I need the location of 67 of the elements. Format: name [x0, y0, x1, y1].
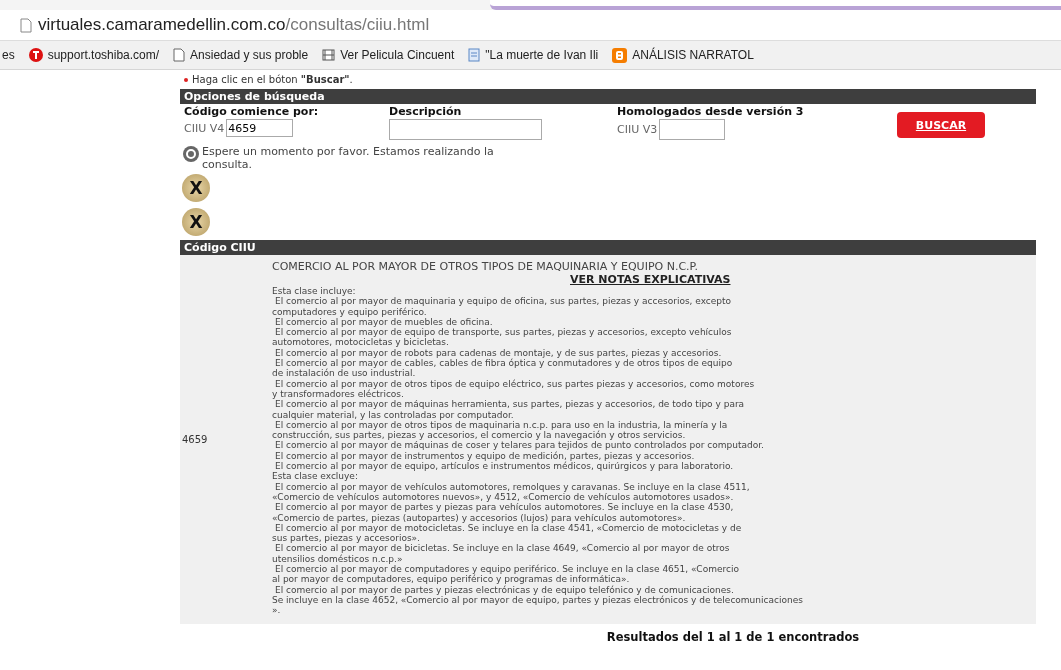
note-line: y transformadores eléctricos.: [272, 388, 405, 400]
field-prefix: CIIU V3: [617, 123, 658, 136]
note-line: «Comercio de vehículos automotores nuevos», y 4512, «Comercio de vehículos automotores usados».: [272, 491, 735, 503]
note-line: Se incluye en la clase 4652, «Comercio al por mayor de equipo, partes y piezas electrónicos y de telecomunicaciones: [272, 594, 804, 606]
bookmark[interactable]: support.toshiba.com/: [28, 48, 160, 62]
note-line: computadores y equipo periférico.: [272, 306, 427, 317]
note-line: El comercio al por mayor de maquinaria y equipo de oficina, sus partes, piezas y accesorios, excepto: [274, 296, 733, 307]
note-line: El comercio al por mayor de otros tipos de maquinaria n.c.p. para uso en la industria, la minería y la: [275, 419, 729, 430]
loading-icon: [182, 145, 200, 163]
note-line: al por mayor de computadores, equipo periférico y programas de informática».: [272, 574, 630, 585]
note-line: El comercio al por mayor de motocicletas. Se incluye en la clase 4541, «Comercio de motocicletas y de: [274, 522, 743, 534]
note-line: ».: [272, 605, 282, 616]
description-input[interactable]: [389, 119, 542, 140]
note-line: El comercio al por mayor de cables, cables de fibra óptica y conmutadores y de otros tipos de equipo: [274, 358, 734, 369]
note-line: El comercio al por mayor de equipo, artículos e instrumentos médicos, quirúrgicos y para laboratorio.: [274, 461, 735, 472]
table-header: Código CIIU: [180, 240, 1036, 255]
bookmark[interactable]: ANÁLISIS NARRATOL: [612, 47, 754, 63]
field-label: Código comience por:: [184, 105, 320, 118]
note-line: sus partes, piezas y accesorios».: [272, 533, 421, 544]
note-line: El comercio al por mayor de partes y piezas electrónicas y de equipo telefónico y de comunicaciones.: [274, 584, 735, 595]
code-text: 4659: [182, 433, 208, 445]
note-line: utensilios domésticos n.c.p.»: [272, 553, 404, 564]
note-heading: Esta clase excluye:: [272, 471, 359, 482]
note-line: construcción, sus partes, piezas y accesorios, el comercio y la navegación y otros servicios.: [272, 430, 686, 441]
note-line: El comercio al por mayor de bicicletas. Se incluye en la clase 4649, «Comercio al por mayor de otros: [274, 543, 731, 554]
note-line: cualquier material, y las controladas por computador.: [272, 409, 515, 420]
note-line: automotores, motocicletas y bicicletas.: [272, 337, 450, 348]
code-input[interactable]: 4659: [226, 119, 294, 137]
bullet-icon: [184, 77, 188, 82]
url-text[interactable]: virtuales.camaramedellin.com.co/consultas/ciiu.html: [38, 15, 430, 35]
bookmark[interactable]: es: [2, 48, 15, 62]
note-line: El comercio al por mayor de computadores y equipo periférico. Se incluye en la clase 4651, «Comercio: [274, 564, 740, 575]
browser-tab[interactable]: [490, 0, 1061, 10]
note-line: El comercio al por mayor de instrumentos y equipo de medición, partes, piezas y accesorios.: [274, 450, 696, 461]
document-icon: [468, 48, 481, 62]
t-logo-icon: [28, 48, 43, 62]
bookmark[interactable]: Ansiedad y sus proble: [173, 48, 309, 62]
film-icon: [322, 49, 336, 61]
section-header: Opciones de búsqueda: [180, 89, 1036, 104]
note-line: de instalación de uso industrial.: [272, 368, 417, 379]
note-line: El comercio al por mayor de equipo de transporte, sus partes, piezas y accesorios, excepto vehículos: [275, 327, 733, 338]
field-prefix: CIIU V4: [184, 121, 225, 135]
bookmark[interactable]: Ver Pelicula Cincuent: [322, 48, 455, 62]
page-icon: [20, 17, 32, 33]
note-line: El comercio al por mayor de vehículos automotores, remolques y caravanas. Se incluye en la clase 4511,: [274, 481, 751, 492]
page-icon: [173, 48, 186, 62]
close-button[interactable]: X: [182, 174, 210, 202]
note-line: El comercio al por mayor de máquinas herramienta, sus partes, piezas y accesorios, de todo tipo y para: [274, 399, 746, 410]
note-line: El comercio al por mayor de máquinas de coser y telares para tejidos de punto controlados por computador.: [274, 440, 765, 451]
instruction-text: Haga clic en el bóton "Buscar".: [192, 74, 353, 85]
code-v3-input[interactable]: [659, 119, 726, 140]
field-label: Descripción: [389, 105, 463, 118]
search-button[interactable]: BUSCAR: [897, 112, 985, 138]
loading-message: Espere un momento por favor. Estamos realizando la consulta.: [202, 145, 495, 171]
class-title: COMERCIO AL POR MAYOR DE OTROS TIPOS DE MAQUINARIA Y EQUIPO N.C.P.: [272, 260, 699, 273]
note-line: El comercio al por mayor de partes y piezas para vehículos automotores. Se incluye en la clase 4530,: [274, 502, 735, 513]
note-line: El comercio al por mayor de otros tipos de equipo eléctrico, sus partes piezas y accesorios, como motores: [274, 378, 756, 389]
field-label: Homologados desde versión 3: [617, 105, 805, 118]
b-logo-icon: [612, 47, 628, 63]
bookmark[interactable]: "La muerte de Ivan Ili: [468, 48, 599, 62]
note-line: El comercio al por mayor de muebles de oficina.: [275, 316, 494, 328]
note-line: El comercio al por mayor de robots para cadenas de montaje, y de sus partes, piezas y accesorios.: [274, 347, 723, 358]
note-heading: Esta clase incluye:: [272, 286, 357, 297]
notes-link[interactable]: VER NOTAS EXPLICATIVAS: [570, 273, 731, 286]
note-line: «Comercio de partes, piezas (autopartes) y accesorios (lujos) para vehículos automotores».: [272, 512, 687, 523]
results-summary: Resultados del 1 al 1 de 1 encontrados: [606, 629, 860, 644]
close-button[interactable]: X: [182, 208, 210, 236]
